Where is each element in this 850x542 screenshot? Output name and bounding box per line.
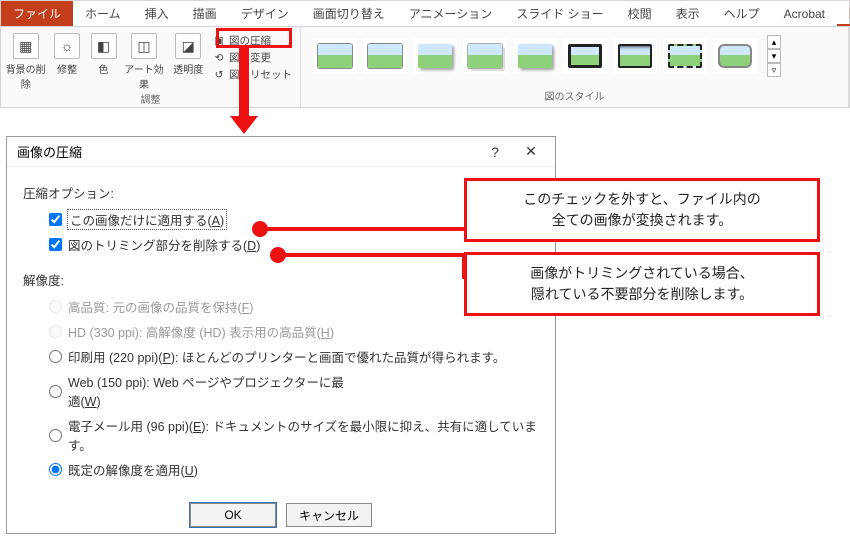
- radio-print-220-input[interactable]: [49, 350, 62, 363]
- remove-background-button[interactable]: ▦ 背景の削除: [5, 29, 46, 91]
- styles-gallery-nav[interactable]: ▴ ▾ ▿: [767, 35, 781, 77]
- chevron-down-icon[interactable]: ▾: [767, 49, 781, 63]
- radio-email-96-label: 電子メール用 (96 ppi)(E): ドキュメントのサイズを最小限に抑え、共有…: [68, 416, 539, 454]
- checkbox-apply-only-this-input[interactable]: [49, 213, 62, 226]
- group-styles-label: 図のスタイル: [305, 88, 844, 105]
- picture-style-9[interactable]: [713, 39, 757, 73]
- tab-review[interactable]: 校閲: [616, 1, 664, 26]
- artistic-icon: ◫: [131, 33, 157, 59]
- radio-hd-330-label: HD (330 ppi): 高解像度 (HD) 表示用の高品質(H): [68, 322, 334, 341]
- tab-picture-format[interactable]: 図の形式: [837, 1, 850, 26]
- dialog-button-row: OK キャンセル: [7, 493, 555, 539]
- tab-file[interactable]: ファイル: [1, 1, 73, 26]
- radio-email-96-input[interactable]: [49, 429, 62, 442]
- tab-slideshow[interactable]: スライド ショー: [504, 1, 615, 26]
- picture-style-5[interactable]: [513, 39, 557, 73]
- cancel-button[interactable]: キャンセル: [286, 503, 372, 527]
- picture-style-1[interactable]: [313, 39, 357, 73]
- reset-picture-label: 図のリセット: [229, 67, 292, 82]
- radio-default-resolution[interactable]: 既定の解像度を適用(U): [49, 460, 539, 479]
- radio-web-150[interactable]: Web (150 ppi): Web ページやプロジェクターに最適(W): [49, 372, 349, 410]
- radio-default-resolution-label: 既定の解像度を適用(U): [68, 460, 198, 479]
- change-picture-icon: ⟲: [212, 51, 226, 65]
- radio-default-resolution-input[interactable]: [49, 463, 62, 476]
- annotation-2-line1: 画像がトリミングされている場合、: [530, 265, 754, 281]
- picture-style-4[interactable]: [463, 39, 507, 73]
- transparency-label: 透明度: [173, 61, 203, 76]
- picture-style-7[interactable]: [613, 39, 657, 73]
- corrections-label: 修整: [57, 61, 77, 76]
- ribbon-group-picture-styles: ▴ ▾ ▿ 図のスタイル: [301, 27, 849, 107]
- compress-label: 図の圧縮: [229, 33, 271, 48]
- help-button[interactable]: ?: [477, 144, 513, 160]
- radio-print-220[interactable]: 印刷用 (220 ppi)(P): ほとんどのプリンターと画面で優れた品質が得ら…: [49, 347, 539, 366]
- tab-home[interactable]: ホーム: [73, 1, 133, 26]
- color-label: 色: [99, 61, 109, 76]
- ok-button[interactable]: OK: [190, 503, 276, 527]
- picture-style-8[interactable]: [663, 39, 707, 73]
- annotation-leader-2: [278, 253, 466, 257]
- adjust-mini-stack: ▣ 図の圧縮 ⟲ 図の変更 ↺ 図のリセット: [208, 29, 296, 82]
- transparency-icon: ◪: [175, 33, 201, 59]
- picture-style-2[interactable]: [363, 39, 407, 73]
- ribbon-body: ▦ 背景の削除 ☼ 修整 ◧ 色 ◫ アート効果 ◪ 透明度: [1, 27, 849, 107]
- section-compress-options: 圧縮オプション:: [23, 183, 539, 202]
- color-button[interactable]: ◧ 色: [88, 29, 120, 76]
- radio-high-quality-input: [49, 300, 62, 313]
- tab-animations[interactable]: アニメーション: [397, 1, 505, 26]
- tab-transitions[interactable]: 画面切り替え: [301, 1, 397, 26]
- checkbox-delete-cropped-label: 図のトリミング部分を削除する(D): [68, 235, 260, 254]
- checkbox-delete-cropped-input[interactable]: [49, 238, 62, 251]
- ribbon-tabbar: ファイル ホーム 挿入 描画 デザイン 画面切り替え アニメーション スライド …: [1, 1, 849, 27]
- change-picture-button[interactable]: ⟲ 図の変更: [212, 50, 292, 65]
- close-button[interactable]: ✕: [513, 143, 549, 160]
- picture-style-6[interactable]: [563, 39, 607, 73]
- radio-print-220-label: 印刷用 (220 ppi)(P): ほとんどのプリンターと画面で優れた品質が得ら…: [68, 347, 505, 366]
- compress-icon: ▣: [212, 34, 226, 48]
- annotation-1-line2: 全ての画像が変換されます。: [552, 212, 733, 228]
- tab-insert[interactable]: 挿入: [133, 1, 181, 26]
- artistic-label: アート効果: [119, 61, 168, 91]
- artistic-effects-button[interactable]: ◫ アート効果: [119, 29, 168, 91]
- brightness-icon: ☼: [54, 33, 80, 59]
- change-picture-label: 図の変更: [229, 50, 271, 65]
- radio-hd-330-input: [49, 325, 62, 338]
- radio-web-150-label: Web (150 ppi): Web ページやプロジェクターに最適(W): [68, 372, 349, 410]
- picture-style-3[interactable]: [413, 39, 457, 73]
- compress-pictures-button[interactable]: ▣ 図の圧縮: [212, 33, 292, 48]
- radio-email-96[interactable]: 電子メール用 (96 ppi)(E): ドキュメントのサイズを最小限に抑え、共有…: [49, 416, 539, 454]
- annotation-box-1: このチェックを外すと、ファイル内の 全ての画像が変換されます。: [464, 178, 820, 242]
- dialog-titlebar: 画像の圧縮 ? ✕: [7, 137, 555, 167]
- chevron-up-icon[interactable]: ▴: [767, 35, 781, 49]
- reset-picture-button[interactable]: ↺ 図のリセット: [212, 67, 292, 82]
- gallery-more-icon[interactable]: ▿: [767, 63, 781, 77]
- annotation-leader-1: [260, 227, 466, 231]
- radio-hd-330: HD (330 ppi): 高解像度 (HD) 表示用の高品質(H): [49, 322, 539, 341]
- remove-background-label: 背景の削除: [5, 61, 46, 91]
- annotation-box-2: 画像がトリミングされている場合、 隠れている不要部分を削除します。: [464, 252, 820, 316]
- group-adjust-label: 調整: [5, 91, 296, 108]
- transparency-button[interactable]: ◪ 透明度: [169, 29, 208, 76]
- checkbox-apply-only-this-label: この画像だけに適用する(A): [68, 210, 226, 229]
- radio-web-150-input[interactable]: [49, 385, 62, 398]
- reset-picture-icon: ↺: [212, 68, 226, 82]
- ribbon: ファイル ホーム 挿入 描画 デザイン 画面切り替え アニメーション スライド …: [0, 0, 850, 108]
- ribbon-group-adjust: ▦ 背景の削除 ☼ 修整 ◧ 色 ◫ アート効果 ◪ 透明度: [1, 27, 301, 107]
- color-icon: ◧: [91, 33, 117, 59]
- tab-help[interactable]: ヘルプ: [712, 1, 772, 26]
- tab-acrobat[interactable]: Acrobat: [772, 1, 837, 26]
- annotation-2-line2: 隠れている不要部分を削除します。: [531, 286, 753, 302]
- radio-high-quality-label: 高品質: 元の画像の品質を保持(F): [68, 297, 253, 316]
- annotation-1-line1: このチェックを外すと、ファイル内の: [523, 191, 760, 207]
- dialog-title: 画像の圧縮: [17, 142, 477, 161]
- tab-draw[interactable]: 描画: [181, 1, 229, 26]
- tab-view[interactable]: 表示: [664, 1, 712, 26]
- corrections-button[interactable]: ☼ 修整: [46, 29, 87, 76]
- tab-design[interactable]: デザイン: [229, 1, 301, 26]
- remove-background-icon: ▦: [13, 33, 39, 59]
